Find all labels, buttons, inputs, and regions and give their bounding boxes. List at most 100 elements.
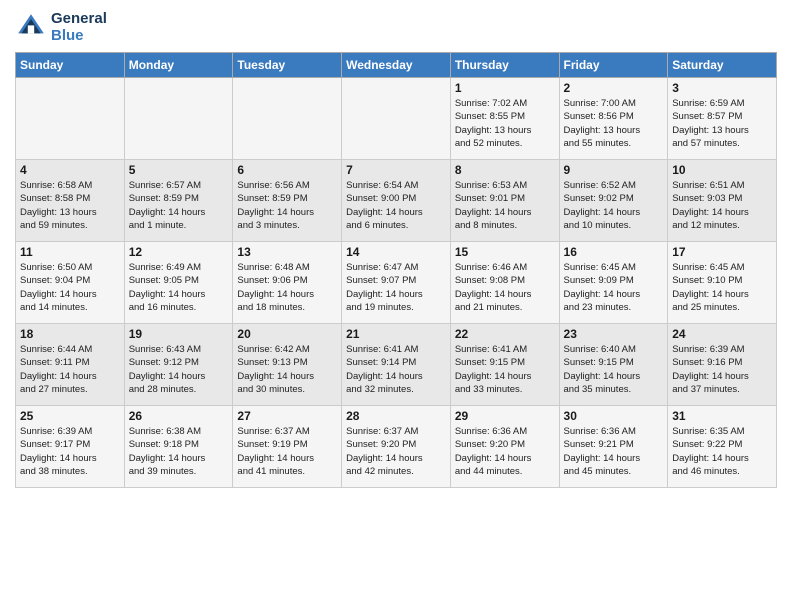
day-number: 27 <box>237 409 337 423</box>
day-number: 3 <box>672 81 772 95</box>
day-info: Sunrise: 7:00 AM Sunset: 8:56 PM Dayligh… <box>564 97 664 150</box>
day-number: 18 <box>20 327 120 341</box>
calendar-cell: 28 Sunrise: 6:37 AM Sunset: 9:20 PM Dayli… <box>342 406 451 488</box>
calendar-cell <box>16 78 125 160</box>
day-info: Sunrise: 7:02 AM Sunset: 8:55 PM Dayligh… <box>455 97 555 150</box>
day-number: 29 <box>455 409 555 423</box>
header-cell-wednesday: Wednesday <box>342 53 451 78</box>
calendar-cell: 29 Sunrise: 6:36 AM Sunset: 9:20 PM Dayli… <box>450 406 559 488</box>
calendar-header: SundayMondayTuesdayWednesdayThursdayFrid… <box>16 53 777 78</box>
calendar-row-3: 18 Sunrise: 6:44 AM Sunset: 9:11 PM Dayli… <box>16 324 777 406</box>
day-info: Sunrise: 6:53 AM Sunset: 9:01 PM Dayligh… <box>455 179 555 232</box>
day-number: 8 <box>455 163 555 177</box>
day-info: Sunrise: 6:45 AM Sunset: 9:10 PM Dayligh… <box>672 261 772 314</box>
day-info: Sunrise: 6:36 AM Sunset: 9:21 PM Dayligh… <box>564 425 664 478</box>
calendar-cell: 6 Sunrise: 6:56 AM Sunset: 8:59 PM Daylig… <box>233 160 342 242</box>
day-info: Sunrise: 6:39 AM Sunset: 9:16 PM Dayligh… <box>672 343 772 396</box>
calendar-row-4: 25Sunrise: 6:39 AM Sunset: 9:17 PM Dayli… <box>16 406 777 488</box>
calendar-cell: 14Sunrise: 6:47 AM Sunset: 9:07 PM Dayli… <box>342 242 451 324</box>
day-number: 30 <box>564 409 664 423</box>
day-info: Sunrise: 6:37 AM Sunset: 9:20 PM Dayligh… <box>346 425 446 478</box>
day-number: 31 <box>672 409 772 423</box>
day-number: 28 <box>346 409 446 423</box>
header-cell-saturday: Saturday <box>668 53 777 78</box>
day-info: Sunrise: 6:46 AM Sunset: 9:08 PM Dayligh… <box>455 261 555 314</box>
calendar-cell: 23 Sunrise: 6:40 AM Sunset: 9:15 PM Dayli… <box>559 324 668 406</box>
day-info: Sunrise: 6:48 AM Sunset: 9:06 PM Dayligh… <box>237 261 337 314</box>
logo-icon <box>15 11 47 43</box>
logo: General Blue <box>15 10 107 44</box>
calendar-cell: 2 Sunrise: 7:00 AM Sunset: 8:56 PM Daylig… <box>559 78 668 160</box>
header-row: SundayMondayTuesdayWednesdayThursdayFrid… <box>16 53 777 78</box>
day-info: Sunrise: 6:38 AM Sunset: 9:18 PM Dayligh… <box>129 425 229 478</box>
day-number: 4 <box>20 163 120 177</box>
day-number: 12 <box>129 245 229 259</box>
calendar-cell: 19 Sunrise: 6:43 AM Sunset: 9:12 PM Dayli… <box>124 324 233 406</box>
day-info: Sunrise: 6:54 AM Sunset: 9:00 PM Dayligh… <box>346 179 446 232</box>
calendar-cell: 30 Sunrise: 6:36 AM Sunset: 9:21 PM Dayli… <box>559 406 668 488</box>
calendar-cell: 27Sunrise: 6:37 AM Sunset: 9:19 PM Dayli… <box>233 406 342 488</box>
day-number: 9 <box>564 163 664 177</box>
calendar-cell <box>124 78 233 160</box>
calendar-cell: 9 Sunrise: 6:52 AM Sunset: 9:02 PM Daylig… <box>559 160 668 242</box>
day-info: Sunrise: 6:39 AM Sunset: 9:17 PM Dayligh… <box>20 425 120 478</box>
day-number: 21 <box>346 327 446 341</box>
day-info: Sunrise: 6:36 AM Sunset: 9:20 PM Dayligh… <box>455 425 555 478</box>
day-number: 7 <box>346 163 446 177</box>
logo-text: General Blue <box>51 10 107 44</box>
day-info: Sunrise: 6:52 AM Sunset: 9:02 PM Dayligh… <box>564 179 664 232</box>
calendar-cell: 18 Sunrise: 6:44 AM Sunset: 9:11 PM Dayli… <box>16 324 125 406</box>
day-info: Sunrise: 6:47 AM Sunset: 9:07 PM Dayligh… <box>346 261 446 314</box>
header-cell-monday: Monday <box>124 53 233 78</box>
calendar-row-1: 4 Sunrise: 6:58 AM Sunset: 8:58 PM Daylig… <box>16 160 777 242</box>
day-number: 23 <box>564 327 664 341</box>
day-number: 15 <box>455 245 555 259</box>
day-info: Sunrise: 6:51 AM Sunset: 9:03 PM Dayligh… <box>672 179 772 232</box>
day-number: 6 <box>237 163 337 177</box>
day-number: 20 <box>237 327 337 341</box>
calendar-cell: 1 Sunrise: 7:02 AM Sunset: 8:55 PM Daylig… <box>450 78 559 160</box>
calendar-cell: 31 Sunrise: 6:35 AM Sunset: 9:22 PM Dayli… <box>668 406 777 488</box>
header-cell-thursday: Thursday <box>450 53 559 78</box>
calendar-cell: 17 Sunrise: 6:45 AM Sunset: 9:10 PM Dayli… <box>668 242 777 324</box>
calendar-row-2: 11Sunrise: 6:50 AM Sunset: 9:04 PM Dayli… <box>16 242 777 324</box>
day-info: Sunrise: 6:41 AM Sunset: 9:14 PM Dayligh… <box>346 343 446 396</box>
day-info: Sunrise: 6:35 AM Sunset: 9:22 PM Dayligh… <box>672 425 772 478</box>
day-info: Sunrise: 6:45 AM Sunset: 9:09 PM Dayligh… <box>564 261 664 314</box>
header-cell-sunday: Sunday <box>16 53 125 78</box>
day-number: 19 <box>129 327 229 341</box>
day-info: Sunrise: 6:59 AM Sunset: 8:57 PM Dayligh… <box>672 97 772 150</box>
calendar-cell: 11Sunrise: 6:50 AM Sunset: 9:04 PM Dayli… <box>16 242 125 324</box>
day-number: 10 <box>672 163 772 177</box>
day-number: 24 <box>672 327 772 341</box>
day-info: Sunrise: 6:40 AM Sunset: 9:15 PM Dayligh… <box>564 343 664 396</box>
day-info: Sunrise: 6:43 AM Sunset: 9:12 PM Dayligh… <box>129 343 229 396</box>
calendar-cell: 20Sunrise: 6:42 AM Sunset: 9:13 PM Dayli… <box>233 324 342 406</box>
calendar-cell: 16Sunrise: 6:45 AM Sunset: 9:09 PM Dayli… <box>559 242 668 324</box>
calendar-cell <box>233 78 342 160</box>
calendar-cell: 26 Sunrise: 6:38 AM Sunset: 9:18 PM Dayli… <box>124 406 233 488</box>
day-number: 1 <box>455 81 555 95</box>
day-info: Sunrise: 6:56 AM Sunset: 8:59 PM Dayligh… <box>237 179 337 232</box>
calendar-cell: 4 Sunrise: 6:58 AM Sunset: 8:58 PM Daylig… <box>16 160 125 242</box>
calendar-body: 1 Sunrise: 7:02 AM Sunset: 8:55 PM Daylig… <box>16 78 777 488</box>
day-number: 17 <box>672 245 772 259</box>
calendar-cell: 22 Sunrise: 6:41 AM Sunset: 9:15 PM Dayli… <box>450 324 559 406</box>
calendar-cell: 3 Sunrise: 6:59 AM Sunset: 8:57 PM Daylig… <box>668 78 777 160</box>
page: General Blue SundayMondayTuesdayWednesda… <box>0 0 792 612</box>
day-number: 22 <box>455 327 555 341</box>
calendar-cell: 10 Sunrise: 6:51 AM Sunset: 9:03 PM Dayli… <box>668 160 777 242</box>
day-info: Sunrise: 6:41 AM Sunset: 9:15 PM Dayligh… <box>455 343 555 396</box>
day-number: 26 <box>129 409 229 423</box>
day-number: 11 <box>20 245 120 259</box>
calendar-cell: 12Sunrise: 6:49 AM Sunset: 9:05 PM Dayli… <box>124 242 233 324</box>
calendar-cell: 5Sunrise: 6:57 AM Sunset: 8:59 PM Daylig… <box>124 160 233 242</box>
day-info: Sunrise: 6:58 AM Sunset: 8:58 PM Dayligh… <box>20 179 120 232</box>
header-cell-tuesday: Tuesday <box>233 53 342 78</box>
calendar-row-0: 1 Sunrise: 7:02 AM Sunset: 8:55 PM Daylig… <box>16 78 777 160</box>
day-info: Sunrise: 6:44 AM Sunset: 9:11 PM Dayligh… <box>20 343 120 396</box>
calendar-table: SundayMondayTuesdayWednesdayThursdayFrid… <box>15 52 777 488</box>
day-number: 2 <box>564 81 664 95</box>
header-cell-friday: Friday <box>559 53 668 78</box>
calendar-cell: 7 Sunrise: 6:54 AM Sunset: 9:00 PM Daylig… <box>342 160 451 242</box>
